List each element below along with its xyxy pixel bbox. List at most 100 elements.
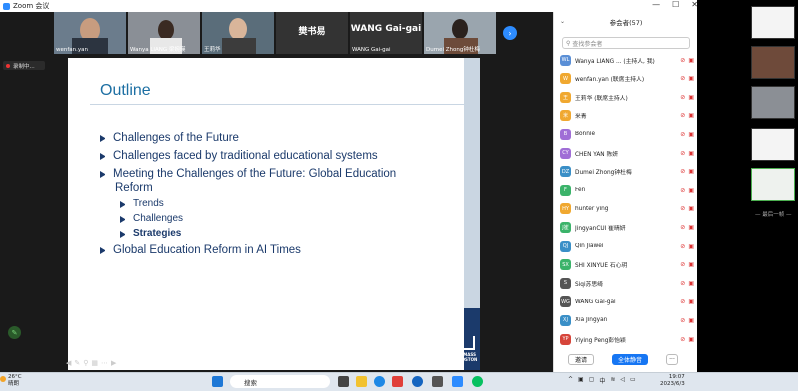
volume-icon[interactable]: ◁ [620,376,625,385]
mic-muted-icon[interactable]: ⊘ [680,336,685,343]
wifi-icon[interactable]: ≋ [610,376,615,385]
video-tile[interactable]: WANG Gai-gai WANG Gai-gai [350,12,422,54]
annotate-button[interactable]: ✎ [8,326,21,339]
start-menu-icon[interactable] [212,376,223,387]
video-tile[interactable]: wenfan.yan [54,12,126,54]
camera-off-icon[interactable]: ▣ [688,131,694,138]
camera-off-icon[interactable]: ▣ [688,205,694,212]
mic-muted-icon[interactable]: ⊘ [680,131,685,138]
video-tile[interactable]: Dumei Zhong钟杜梅 [424,12,496,54]
record-dot-icon [6,63,10,68]
mic-muted-icon[interactable]: ⊘ [680,150,685,157]
camera-off-icon[interactable]: ▣ [688,243,694,250]
file-explorer-icon[interactable] [356,376,367,387]
participant-row[interactable]: HY hunter ying ⊘ ▣ [560,201,694,217]
window-thumbnail[interactable] [751,6,795,39]
participant-row[interactable]: QJ Qin Jiawei ⊘ ▣ [560,238,694,254]
camera-off-icon[interactable]: ▣ [688,94,694,101]
mic-muted-icon[interactable]: ⊘ [680,317,685,324]
video-tile[interactable]: 王莉华 [202,12,274,54]
participant-row[interactable]: 米米青 ⊘ ▣ [560,108,694,124]
next-videos-button[interactable]: › [503,26,517,40]
participant-row[interactable]: YP Yiying Peng彭怡颖 ⊘ ▣ [560,331,694,347]
app-icon[interactable] [392,376,403,387]
camera-off-icon[interactable]: ▣ [688,224,694,231]
participant-row[interactable]: B Bonnie ⊘ ▣ [560,126,694,142]
camera-off-icon[interactable]: ▣ [688,261,694,268]
mic-muted-icon[interactable]: ⊘ [680,280,685,287]
zoom-app-icon[interactable] [452,376,463,387]
clock[interactable]: 19:07 2023/6/3 [660,374,685,388]
window-thumbnail[interactable] [751,168,795,201]
grid-view-icon[interactable]: ▦ [91,359,98,367]
tray-chevron-icon[interactable]: ^ [568,376,573,385]
options-icon[interactable]: ⋯ [101,359,108,367]
prev-slide-icon[interactable]: ◀ [66,359,71,367]
participant-row[interactable]: SX SHI XINYUE 石心玥 ⊘ ▣ [560,257,694,273]
camera-off-icon[interactable]: ▣ [688,280,694,287]
camera-off-icon[interactable]: ▣ [688,298,694,305]
minimize-button[interactable]: — [652,0,660,9]
app-icon[interactable] [432,376,443,387]
weather-widget[interactable]: 26°C 晴朗 [8,374,22,388]
mic-muted-icon[interactable]: ⊘ [680,112,685,119]
mic-muted-icon[interactable]: ⊘ [680,224,685,231]
participant-row[interactable]: DZ Dumei Zhong钟杜梅 ⊘ ▣ [560,164,694,180]
invite-button[interactable]: 邀请 [568,354,594,365]
participant-row[interactable]: WG WANG Gai-gai ⊘ ▣ [560,294,694,310]
battery-icon[interactable]: ▭ [630,376,636,385]
mic-muted-icon[interactable]: ⊘ [680,94,685,101]
window-thumbnail[interactable] [751,128,795,161]
wechat-icon[interactable] [472,376,483,387]
mic-muted-icon[interactable]: ⊘ [680,57,685,64]
mic-muted-icon[interactable]: ⊘ [680,187,685,194]
task-view-icon[interactable] [338,376,349,387]
zoom-tool-icon[interactable]: ⚲ [83,359,88,367]
window-thumbnail[interactable] [751,86,795,119]
participant-row[interactable]: F Fen ⊘ ▣ [560,182,694,198]
maximize-button[interactable]: ☐ [672,0,679,9]
participant-row[interactable]: S Siqi苏思绮 ⊘ ▣ [560,275,694,291]
camera-off-icon[interactable]: ▣ [688,317,694,324]
next-slide-icon[interactable]: ▶ [111,359,116,367]
camera-off-icon[interactable]: ▣ [688,150,694,157]
edge-icon[interactable] [374,376,385,387]
mic-muted-icon[interactable]: ⊘ [680,205,685,212]
pen-tool-icon[interactable]: ✎ [74,359,80,367]
camera-off-icon[interactable]: ▣ [688,57,694,64]
mic-muted-icon[interactable]: ⊘ [680,168,685,175]
camera-off-icon[interactable]: ▣ [688,187,694,194]
participant-search-input[interactable]: ⚲ 查找参会者 [562,37,690,49]
taskbar-search[interactable]: 搜索 [230,375,330,388]
mic-muted-icon[interactable]: ⊘ [680,243,685,250]
participant-row[interactable]: WL Wanya LIANG ... (主持人, 我) ⊘ ▣ [560,52,694,68]
camera-off-icon[interactable]: ▣ [688,112,694,119]
search-icon: ⚲ [566,39,571,47]
mute-all-button[interactable]: 全体静音 [612,354,648,365]
mic-muted-icon[interactable]: ⊘ [680,261,685,268]
participant-row[interactable]: Wwenfan.yan (联席主持人) ⊘ ▣ [560,71,694,87]
avatar: 王 [560,91,571,103]
participant-row[interactable]: J崔 JingyanCUI 崔晴妍 ⊘ ▣ [560,219,694,235]
video-tile-name: Dumei Zhong钟杜梅 [426,47,480,53]
participant-row[interactable]: 王王莉华 (联席主持人) ⊘ ▣ [560,89,694,105]
participant-row[interactable]: XJ Xia Jingyan ⊘ ▣ [560,312,694,328]
participant-row[interactable]: CY CHEN YAN 陈妍 ⊘ ▣ [560,145,694,161]
camera-off-icon[interactable]: ▣ [688,168,694,175]
camera-off-icon[interactable]: ▣ [688,336,694,343]
window-thumbnail[interactable] [751,46,795,79]
pencil-icon: ✎ [11,328,18,337]
mic-muted-icon[interactable]: ⊘ [680,75,685,82]
end-frame-label: — 最后一帧 — [755,212,792,218]
tray-app-icon[interactable]: ▢ [589,376,595,385]
input-method-indicator[interactable]: 中 [599,376,605,385]
video-tile[interactable]: Wanya LIANG 梁婉瑛 [128,12,200,54]
more-options-button[interactable]: ··· [666,354,678,365]
browser-icon[interactable] [412,376,423,387]
avatar: F [560,184,571,196]
video-tile[interactable]: 樊书易 [276,12,348,54]
mic-muted-icon[interactable]: ⊘ [680,298,685,305]
camera-off-icon[interactable]: ▣ [688,75,694,82]
tray-app-icon[interactable]: ▣ [578,376,584,385]
recording-badge[interactable]: 录制中... [3,61,45,70]
